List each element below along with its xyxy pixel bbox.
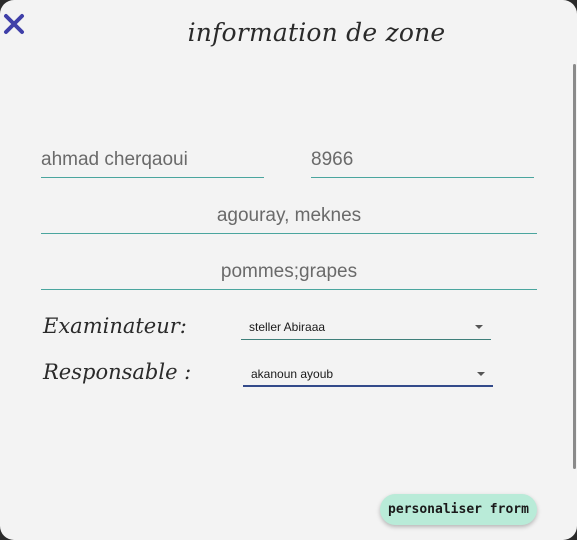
personalize-form-button[interactable]: personaliser frorm: [380, 494, 537, 525]
examinateur-select[interactable]: steller Abiraaa: [241, 314, 491, 340]
name-field[interactable]: ahmad cherqaoui: [41, 142, 264, 178]
examinateur-selected-value: steller Abiraaa: [249, 320, 326, 334]
responsable-label: Responsable :: [43, 360, 192, 384]
window-title: information de zone: [187, 18, 446, 47]
chevron-down-icon: [475, 325, 483, 329]
address-field[interactable]: agouray, meknes: [41, 198, 537, 234]
products-field[interactable]: pommes;grapes: [41, 254, 537, 290]
responsable-select[interactable]: akanoun ayoub: [243, 361, 493, 387]
examinateur-label: Examinateur:: [43, 314, 187, 338]
scrollbar[interactable]: [573, 64, 576, 469]
code-field[interactable]: 8966: [311, 142, 534, 178]
chevron-down-icon: [477, 372, 485, 376]
responsable-selected-value: akanoun ayoub: [251, 367, 334, 381]
zone-info-window: information de zone ahmad cherqaoui 8966…: [0, 0, 577, 540]
